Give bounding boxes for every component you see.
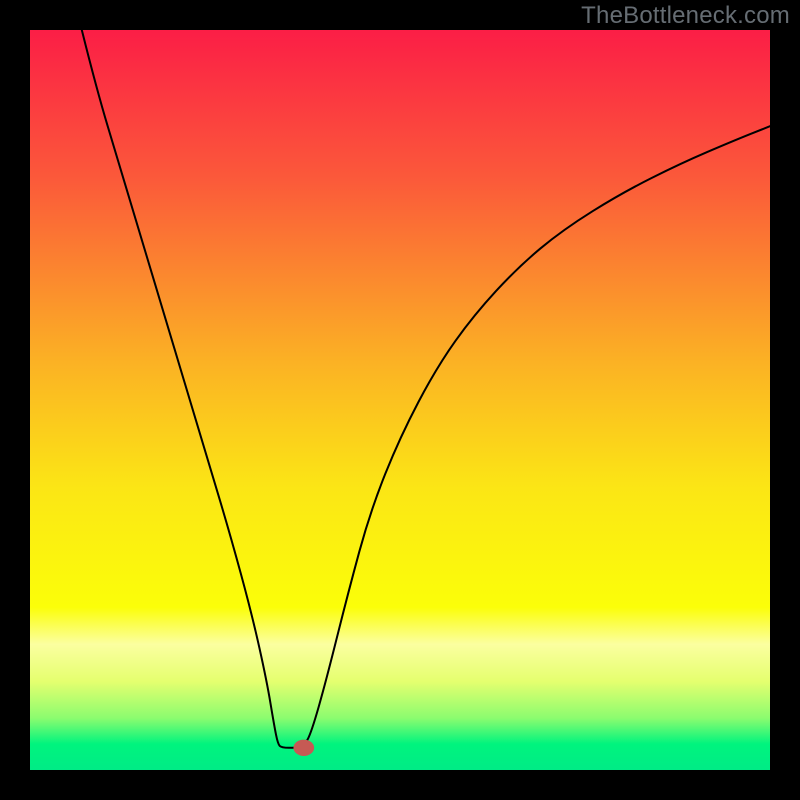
optimal-point-marker (293, 740, 314, 756)
plot-area (30, 30, 770, 770)
chart-frame: TheBottleneck.com (0, 0, 800, 800)
gradient-background (30, 30, 770, 770)
watermark-text: TheBottleneck.com (581, 2, 790, 30)
chart-svg (30, 30, 770, 770)
